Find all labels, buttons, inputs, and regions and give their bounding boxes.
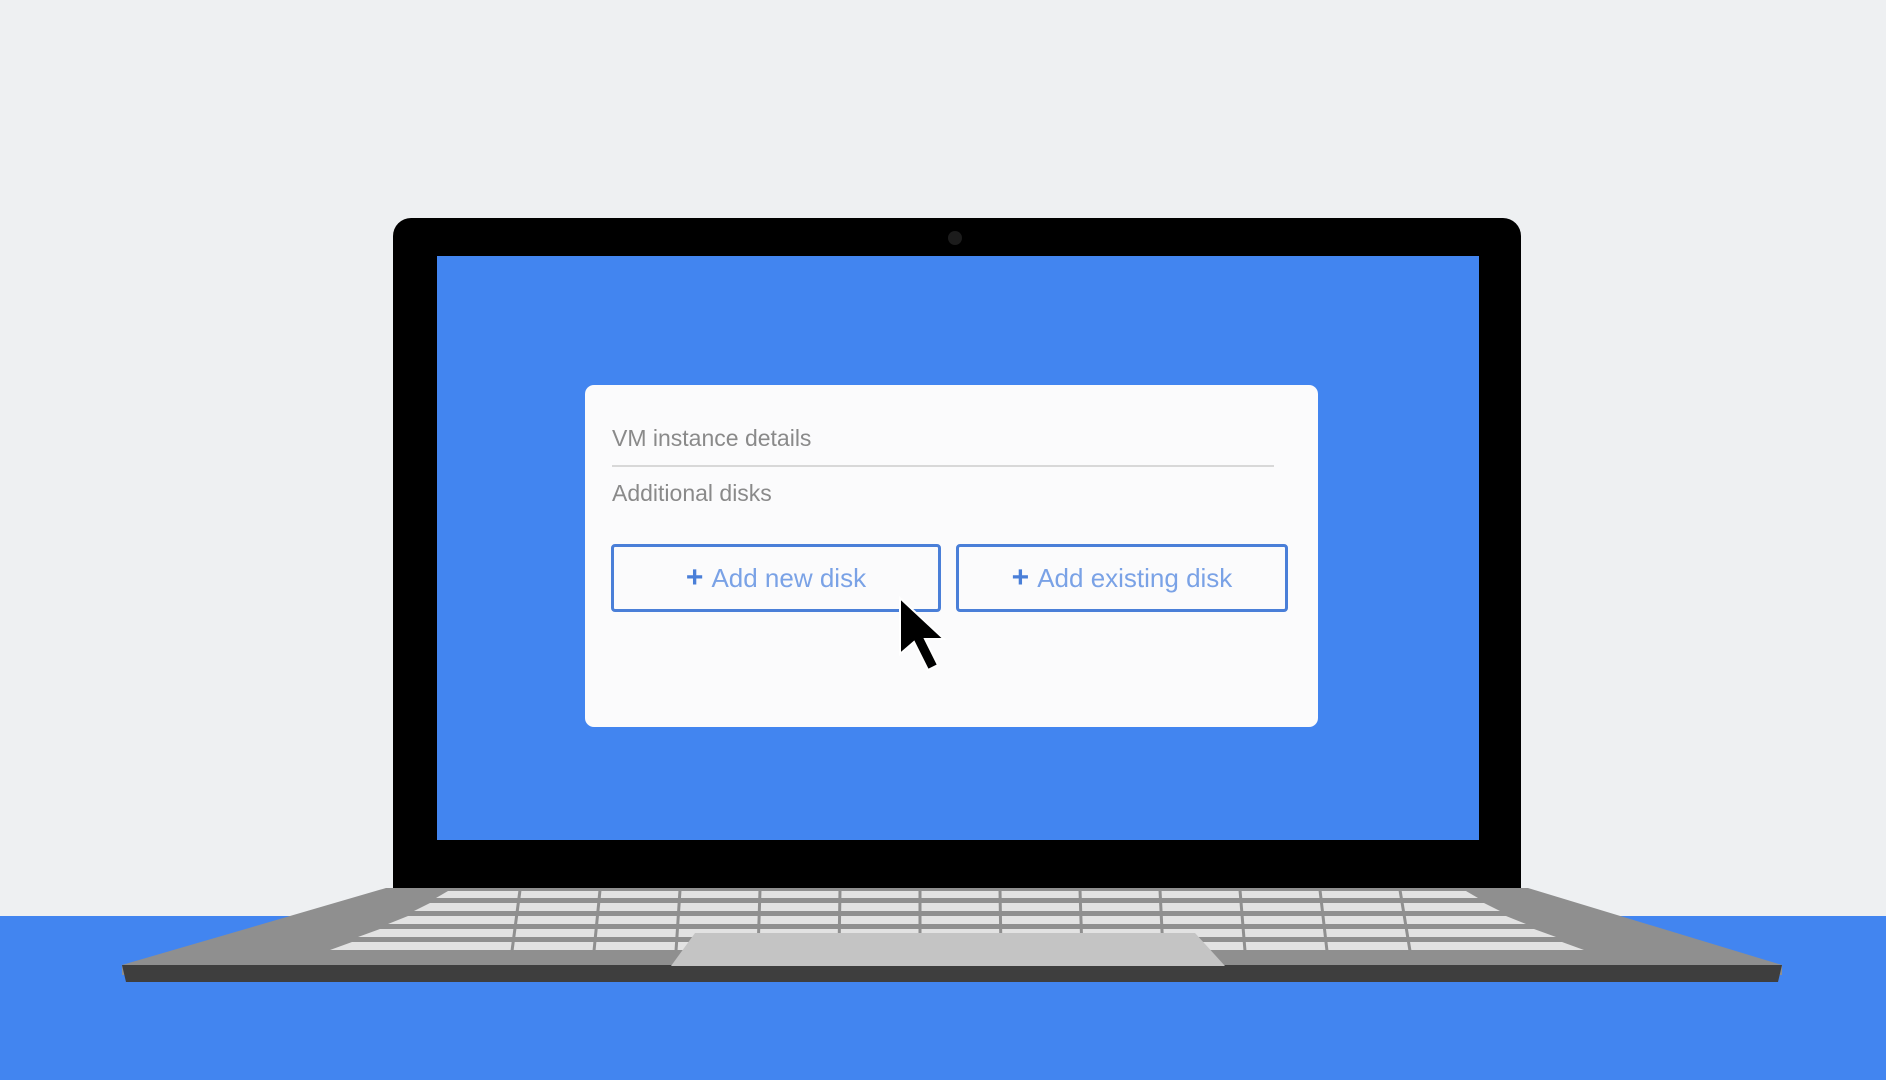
laptop-base [122, 888, 1782, 982]
scene: VM instance details Additional disks + A… [0, 0, 1886, 1080]
mouse-pointer-icon [899, 596, 947, 672]
